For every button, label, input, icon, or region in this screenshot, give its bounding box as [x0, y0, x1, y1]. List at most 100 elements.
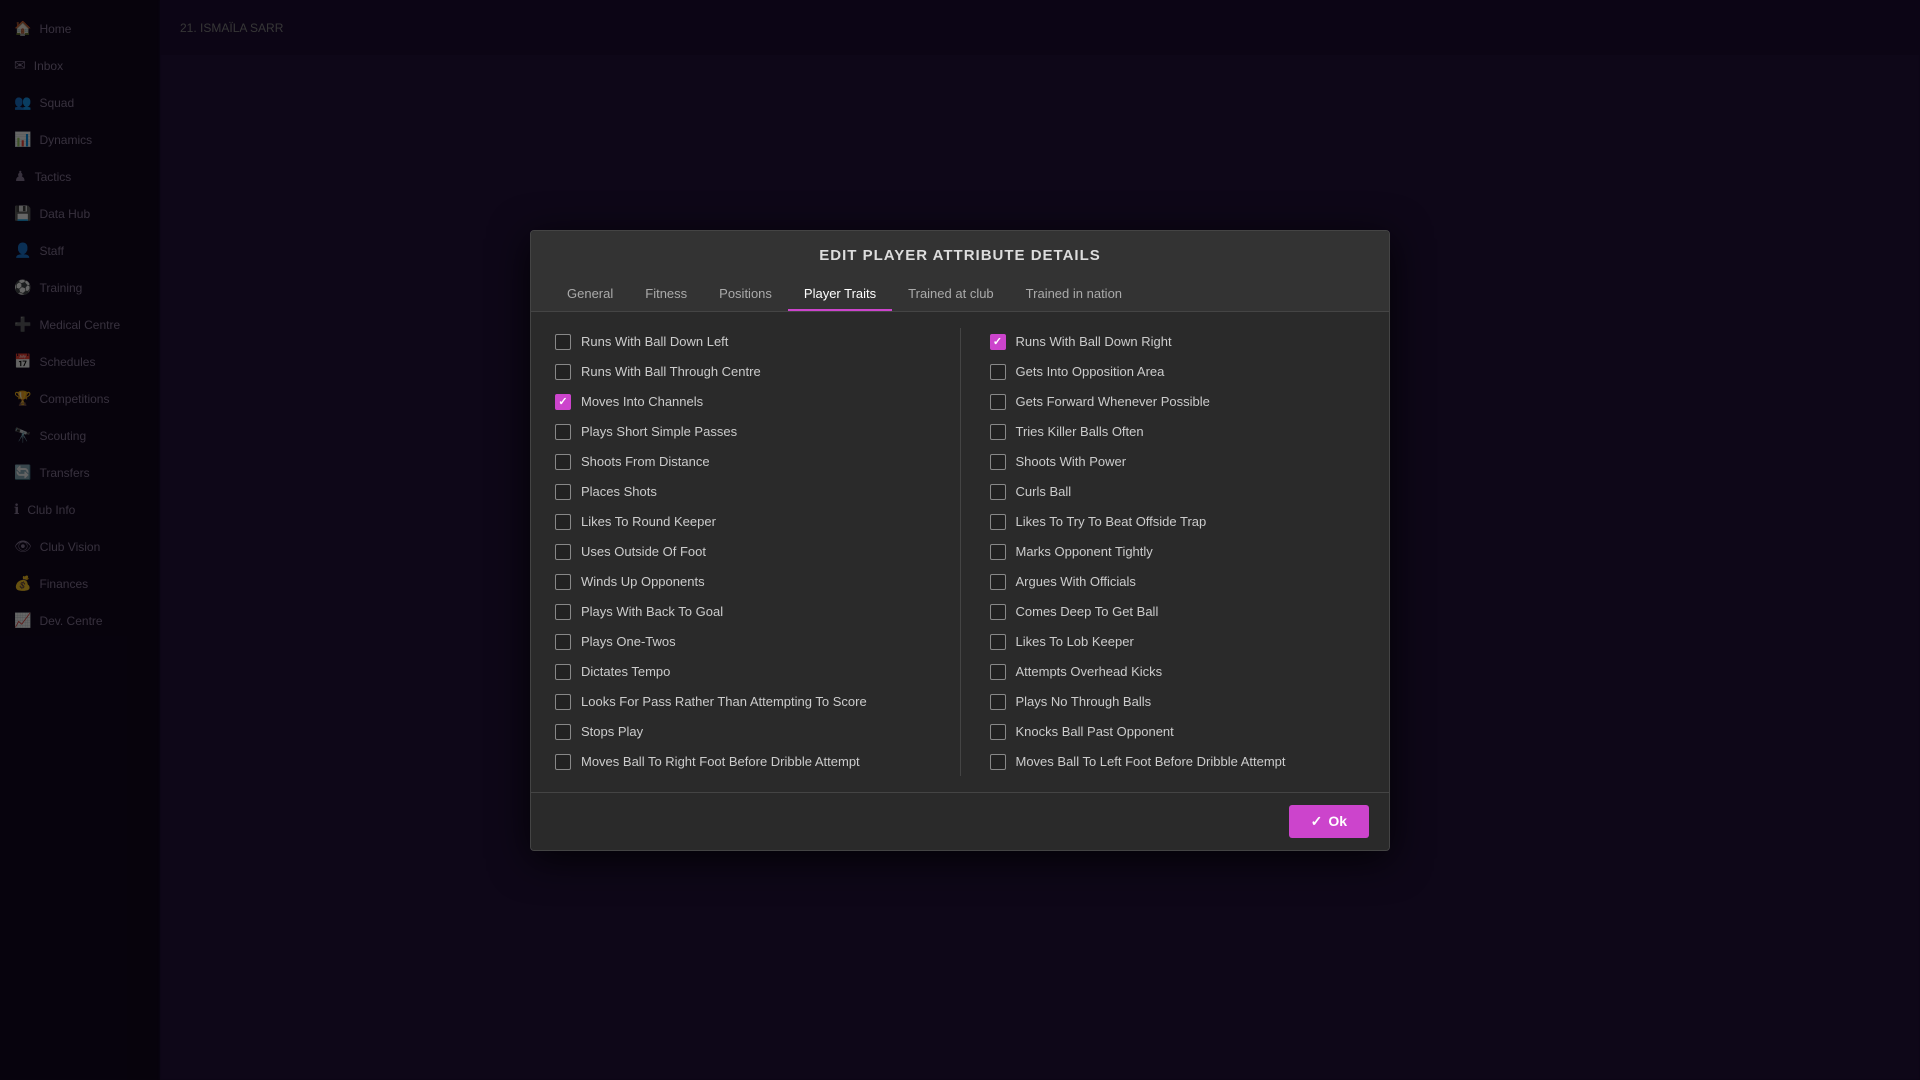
trait-checkbox-right-traits-13[interactable]	[990, 724, 1006, 740]
trait-label-right-traits-14: Moves Ball To Left Foot Before Dribble A…	[1016, 754, 1286, 769]
trait-label-left-traits-3: Plays Short Simple Passes	[581, 424, 737, 439]
trait-checkbox-left-traits-12[interactable]	[555, 694, 571, 710]
trait-row-right-traits-1[interactable]: Gets Into Opposition Area	[986, 358, 1370, 386]
trait-label-right-traits-2: Gets Forward Whenever Possible	[1016, 394, 1210, 409]
trait-label-right-traits-8: Argues With Officials	[1016, 574, 1136, 589]
trait-row-right-traits-5[interactable]: Curls Ball	[986, 478, 1370, 506]
trait-row-left-traits-3[interactable]: Plays Short Simple Passes	[551, 418, 935, 446]
trait-row-right-traits-2[interactable]: Gets Forward Whenever Possible	[986, 388, 1370, 416]
trait-checkbox-left-traits-3[interactable]	[555, 424, 571, 440]
trait-row-right-traits-7[interactable]: Marks Opponent Tightly	[986, 538, 1370, 566]
edit-player-attribute-modal: EDIT PLAYER ATTRIBUTE DETAILS GeneralFit…	[530, 230, 1390, 851]
modal-backdrop: EDIT PLAYER ATTRIBUTE DETAILS GeneralFit…	[0, 0, 1920, 1080]
trait-row-right-traits-3[interactable]: Tries Killer Balls Often	[986, 418, 1370, 446]
trait-row-left-traits-6[interactable]: Likes To Round Keeper	[551, 508, 935, 536]
trait-row-right-traits-14[interactable]: Moves Ball To Left Foot Before Dribble A…	[986, 748, 1370, 776]
trait-label-right-traits-9: Comes Deep To Get Ball	[1016, 604, 1159, 619]
trait-checkbox-right-traits-2[interactable]	[990, 394, 1006, 410]
trait-label-right-traits-0: Runs With Ball Down Right	[1016, 334, 1172, 349]
trait-row-left-traits-1[interactable]: Runs With Ball Through Centre	[551, 358, 935, 386]
trait-label-right-traits-11: Attempts Overhead Kicks	[1016, 664, 1163, 679]
trait-checkbox-left-traits-0[interactable]	[555, 334, 571, 350]
modal-title: EDIT PLAYER ATTRIBUTE DETAILS	[551, 247, 1369, 264]
trait-row-right-traits-0[interactable]: Runs With Ball Down Right	[986, 328, 1370, 356]
trait-label-left-traits-2: Moves Into Channels	[581, 394, 703, 409]
trait-row-left-traits-0[interactable]: Runs With Ball Down Left	[551, 328, 935, 356]
trait-checkbox-right-traits-9[interactable]	[990, 604, 1006, 620]
trait-label-left-traits-14: Moves Ball To Right Foot Before Dribble …	[581, 754, 860, 769]
right-traits-column: Runs With Ball Down Right Gets Into Oppos…	[986, 328, 1370, 776]
trait-row-left-traits-9[interactable]: Plays With Back To Goal	[551, 598, 935, 626]
modal-tabs: GeneralFitnessPositionsPlayer TraitsTrai…	[551, 278, 1369, 311]
trait-label-right-traits-7: Marks Opponent Tightly	[1016, 544, 1153, 559]
trait-row-left-traits-14[interactable]: Moves Ball To Right Foot Before Dribble …	[551, 748, 935, 776]
trait-checkbox-right-traits-1[interactable]	[990, 364, 1006, 380]
trait-checkbox-right-traits-11[interactable]	[990, 664, 1006, 680]
trait-row-right-traits-12[interactable]: Plays No Through Balls	[986, 688, 1370, 716]
trait-label-left-traits-11: Dictates Tempo	[581, 664, 670, 679]
tab-general[interactable]: General	[551, 278, 629, 311]
tab-fitness[interactable]: Fitness	[629, 278, 703, 311]
trait-label-left-traits-0: Runs With Ball Down Left	[581, 334, 728, 349]
trait-checkbox-left-traits-11[interactable]	[555, 664, 571, 680]
trait-checkbox-left-traits-5[interactable]	[555, 484, 571, 500]
trait-row-left-traits-10[interactable]: Plays One-Twos	[551, 628, 935, 656]
trait-row-left-traits-7[interactable]: Uses Outside Of Foot	[551, 538, 935, 566]
trait-checkbox-left-traits-8[interactable]	[555, 574, 571, 590]
trait-label-right-traits-4: Shoots With Power	[1016, 454, 1127, 469]
tab-trained-in-nation[interactable]: Trained in nation	[1010, 278, 1138, 311]
trait-label-left-traits-8: Winds Up Opponents	[581, 574, 705, 589]
trait-label-left-traits-4: Shoots From Distance	[581, 454, 710, 469]
trait-checkbox-right-traits-7[interactable]	[990, 544, 1006, 560]
trait-row-right-traits-13[interactable]: Knocks Ball Past Opponent	[986, 718, 1370, 746]
trait-row-left-traits-5[interactable]: Places Shots	[551, 478, 935, 506]
trait-row-left-traits-11[interactable]: Dictates Tempo	[551, 658, 935, 686]
trait-label-right-traits-6: Likes To Try To Beat Offside Trap	[1016, 514, 1207, 529]
tab-player-traits[interactable]: Player Traits	[788, 278, 892, 311]
trait-checkbox-left-traits-13[interactable]	[555, 724, 571, 740]
trait-row-left-traits-13[interactable]: Stops Play	[551, 718, 935, 746]
trait-checkbox-left-traits-14[interactable]	[555, 754, 571, 770]
trait-checkbox-right-traits-5[interactable]	[990, 484, 1006, 500]
trait-label-left-traits-9: Plays With Back To Goal	[581, 604, 723, 619]
trait-checkbox-left-traits-9[interactable]	[555, 604, 571, 620]
trait-row-right-traits-10[interactable]: Likes To Lob Keeper	[986, 628, 1370, 656]
trait-row-right-traits-11[interactable]: Attempts Overhead Kicks	[986, 658, 1370, 686]
trait-checkbox-left-traits-1[interactable]	[555, 364, 571, 380]
trait-checkbox-right-traits-8[interactable]	[990, 574, 1006, 590]
trait-label-left-traits-5: Places Shots	[581, 484, 657, 499]
trait-checkbox-left-traits-7[interactable]	[555, 544, 571, 560]
trait-row-left-traits-4[interactable]: Shoots From Distance	[551, 448, 935, 476]
trait-checkbox-right-traits-3[interactable]	[990, 424, 1006, 440]
trait-checkbox-left-traits-4[interactable]	[555, 454, 571, 470]
trait-row-left-traits-12[interactable]: Looks For Pass Rather Than Attempting To…	[551, 688, 935, 716]
tab-trained-at-club[interactable]: Trained at club	[892, 278, 1010, 311]
tab-positions[interactable]: Positions	[703, 278, 788, 311]
trait-checkbox-right-traits-4[interactable]	[990, 454, 1006, 470]
trait-checkbox-right-traits-6[interactable]	[990, 514, 1006, 530]
ok-button[interactable]: ✓ Ok	[1289, 805, 1369, 838]
trait-label-left-traits-12: Looks For Pass Rather Than Attempting To…	[581, 694, 867, 709]
trait-row-left-traits-2[interactable]: Moves Into Channels	[551, 388, 935, 416]
trait-row-left-traits-8[interactable]: Winds Up Opponents	[551, 568, 935, 596]
trait-checkbox-left-traits-10[interactable]	[555, 634, 571, 650]
trait-checkbox-right-traits-14[interactable]	[990, 754, 1006, 770]
trait-label-right-traits-3: Tries Killer Balls Often	[1016, 424, 1144, 439]
trait-checkbox-left-traits-2[interactable]	[555, 394, 571, 410]
trait-checkbox-left-traits-6[interactable]	[555, 514, 571, 530]
trait-label-left-traits-13: Stops Play	[581, 724, 643, 739]
left-traits-column: Runs With Ball Down Left Runs With Ball T…	[551, 328, 935, 776]
modal-body: Runs With Ball Down Left Runs With Ball T…	[531, 312, 1389, 792]
trait-row-right-traits-6[interactable]: Likes To Try To Beat Offside Trap	[986, 508, 1370, 536]
trait-label-right-traits-12: Plays No Through Balls	[1016, 694, 1152, 709]
trait-checkbox-right-traits-10[interactable]	[990, 634, 1006, 650]
trait-checkbox-right-traits-12[interactable]	[990, 694, 1006, 710]
trait-row-right-traits-4[interactable]: Shoots With Power	[986, 448, 1370, 476]
ok-label: Ok	[1328, 813, 1347, 829]
trait-checkbox-right-traits-0[interactable]	[990, 334, 1006, 350]
modal-footer: ✓ Ok	[531, 792, 1389, 850]
trait-row-right-traits-9[interactable]: Comes Deep To Get Ball	[986, 598, 1370, 626]
trait-label-right-traits-13: Knocks Ball Past Opponent	[1016, 724, 1174, 739]
trait-label-left-traits-6: Likes To Round Keeper	[581, 514, 716, 529]
trait-row-right-traits-8[interactable]: Argues With Officials	[986, 568, 1370, 596]
